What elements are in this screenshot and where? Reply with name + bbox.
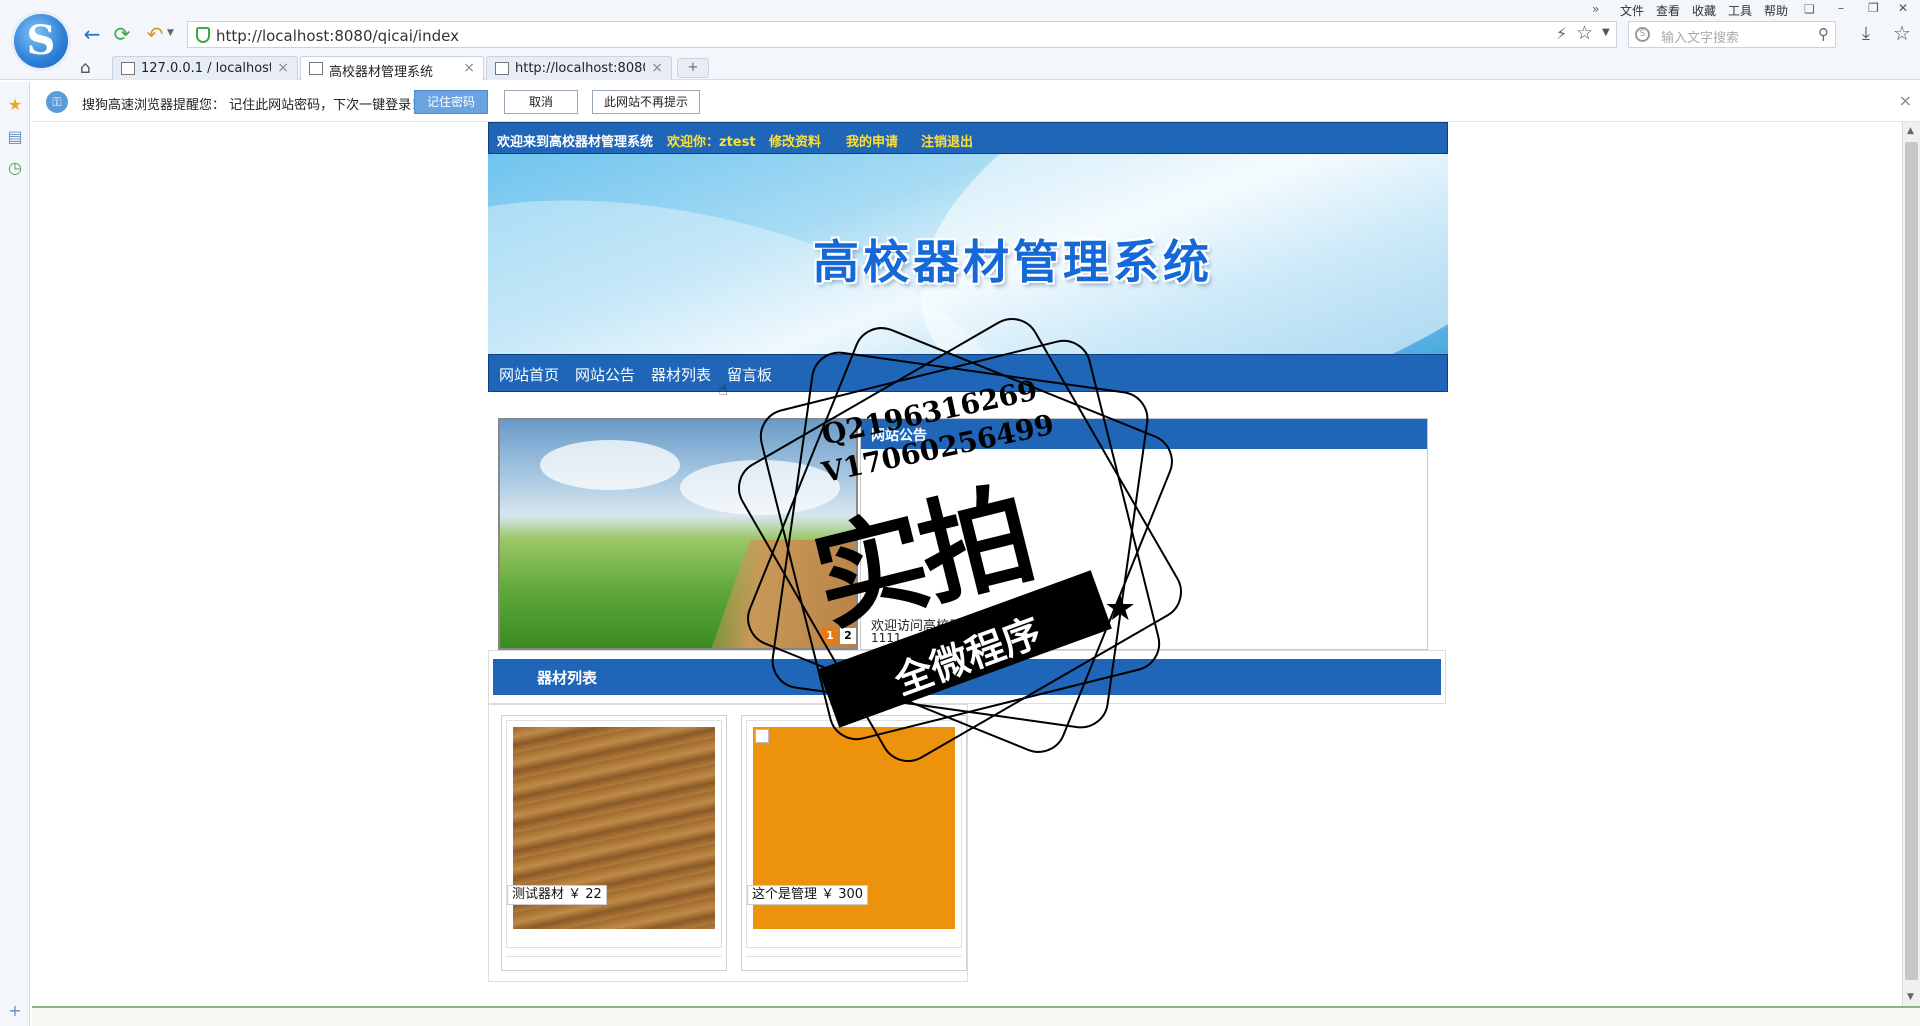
slider-page-1[interactable]: 1 [822,628,838,644]
equipment-header-wrap: 器材列表 [488,650,1446,704]
menu-view[interactable]: 查看 [1656,2,1680,19]
address-dropdown-icon[interactable]: ▼ [1602,27,1610,38]
minimize-button[interactable]: – [1838,1,1844,15]
tab-phpmyadmin[interactable]: 127.0.0.1 / localhost / × [112,56,298,80]
restore-button[interactable]: ❐ [1868,1,1879,15]
browser-toolbar: S ← ⟳ ↶ ▼ http://localhost:8080/qicai/in… [0,0,1920,80]
tab-title: 高校器材管理系统 [329,65,434,80]
broken-image-icon [755,729,769,743]
home-icon[interactable]: ⌂ [80,58,91,78]
nav-home-link[interactable]: 网站首页 [499,364,559,385]
page-favicon-icon [309,62,323,75]
chevron-down-icon[interactable]: ▼ [167,28,174,38]
tab-title: 127.0.0.1 / localhost / [141,61,271,76]
main-nav: 网站首页 网站公告 器材列表 留言板 [488,354,1448,392]
menu-file[interactable]: 文件 [1620,2,1644,19]
undo-icon[interactable]: ↶ [143,22,167,46]
site-welcome-text: 欢迎来到高校器材管理系统 [497,135,654,150]
add-panel-icon[interactable]: + [6,1002,24,1020]
reader-icon[interactable]: ▤ [6,128,24,146]
page-scrollbar[interactable]: ▲ ▼ [1902,122,1920,1006]
card-frame: 这个是管理 ￥ 300 [746,720,962,948]
cancel-button[interactable]: 取消 [504,90,578,114]
my-applications-link[interactable]: 我的申请 [846,131,898,150]
tab-title: http://localhost:8080/q [515,61,645,76]
search-input[interactable]: 输入文字搜索 [1661,27,1739,46]
tab-close-icon[interactable]: × [277,60,289,76]
skin-shirt-icon[interactable]: ❏ [1804,2,1815,16]
banner-title: 高校器材管理系统 [813,235,1213,289]
tab-localhost[interactable]: http://localhost:8080/q × [486,56,672,80]
tab-strip: ⌂ 127.0.0.1 / localhost / × 高校器材管理系统 × h… [0,56,1920,80]
nav-message-board-link[interactable]: 留言板 [727,364,772,385]
notice-title: 网站公告 [871,428,927,444]
equipment-name-price[interactable]: 测试器材 ￥ 22 [507,885,607,905]
url-input[interactable]: http://localhost:8080/qicai/index [216,27,459,45]
card-frame: 测试器材 ￥ 22 [506,720,722,948]
lightning-icon[interactable]: ⚡ [1556,24,1567,43]
security-shield-icon [196,27,210,43]
status-bar [32,1006,1920,1026]
user-greeting: 欢迎你：ztest [667,135,756,150]
close-window-button[interactable]: ✕ [1898,1,1908,15]
logout-link[interactable]: 注销退出 [921,131,973,150]
search-icon[interactable]: ⚲ [1818,25,1829,43]
search-engine-icon[interactable]: S [1635,27,1650,42]
nav-notice-link[interactable]: 网站公告 [575,364,635,385]
back-arrow-icon[interactable]: ← [80,22,104,46]
equipment-section-title: 器材列表 [537,669,598,687]
edit-profile-link[interactable]: 修改资料 [769,131,821,150]
hand-cursor-icon: ☝ [718,380,728,399]
slider-page-2[interactable]: 2 [840,628,856,644]
scroll-thumb[interactable] [1905,142,1918,980]
password-prompt-text: 搜狗高速浏览器提醒您： 记住此网站密码，下次一键登录！ [82,98,425,113]
card-divider [506,956,722,957]
scroll-up-icon[interactable]: ▲ [1907,126,1914,136]
image-slider[interactable]: 1 2 [498,418,858,650]
password-save-bar: ⚿ 搜狗高速浏览器提醒您： 记住此网站密码，下次一键登录！ 记住密码 取消 此网… [32,82,1920,122]
equipment-name-price[interactable]: 这个是管理 ￥ 300 [747,885,869,905]
menu-favorites[interactable]: 收藏 [1692,2,1716,19]
history-clock-icon[interactable]: ◷ [6,159,24,177]
tab-close-icon[interactable]: × [463,60,475,76]
close-icon[interactable]: × [1899,91,1912,110]
address-bar[interactable]: http://localhost:8080/qicai/index ⚡ ☆ ▼ [187,21,1617,48]
nav-equipment-list-link[interactable]: 器材列表 [651,364,711,385]
refresh-icon[interactable]: ⟳ [110,22,134,46]
never-for-site-button[interactable]: 此网站不再提示 [592,90,700,114]
card-divider [746,956,962,957]
phpmyadmin-favicon-icon [121,62,135,75]
key-icon: ⚿ [46,91,68,113]
menu-more-icon[interactable]: » [1592,2,1599,16]
site-top-bar: 欢迎来到高校器材管理系统 欢迎你：ztest 修改资料 我的申请 注销退出 [488,122,1448,154]
notice-header: 网站公告 [861,419,1427,449]
slider-image-cloud [680,460,840,515]
notice-item-link[interactable]: 1111 [871,631,902,645]
remember-password-button[interactable]: 记住密码 [414,90,488,114]
site-banner: 高校器材管理系统 [488,154,1448,354]
equipment-card[interactable]: 这个是管理 ￥ 300 [741,715,967,971]
slider-image-cloud [540,440,680,490]
download-icon[interactable]: ⤓ [1862,23,1870,44]
favorites-icon[interactable]: ★ [6,96,24,114]
equipment-card[interactable]: 测试器材 ￥ 22 [501,715,727,971]
tab-equipment-system[interactable]: 高校器材管理系统 × [300,56,484,80]
menu-tools[interactable]: 工具 [1728,2,1752,19]
tab-close-icon[interactable]: × [651,60,663,76]
page-favicon-icon [495,62,509,75]
side-panel: ★ ▤ ◷ + [0,82,30,1026]
scroll-down-icon[interactable]: ▼ [1907,992,1914,1002]
equipment-cards: 测试器材 ￥ 22 这个是管理 ￥ 300 [488,704,968,982]
bookmark-star-icon[interactable]: ☆ [1576,22,1593,44]
search-box[interactable]: S 输入文字搜索 ⚲ [1628,21,1836,48]
notice-box: 网站公告 欢迎访问高校器材管理系统 1111 [860,418,1428,650]
menu-help[interactable]: 帮助 [1764,2,1788,19]
favorites-star-icon[interactable]: ☆ [1893,21,1911,45]
equipment-header: 器材列表 [493,659,1441,695]
new-tab-button[interactable]: + [677,58,709,78]
